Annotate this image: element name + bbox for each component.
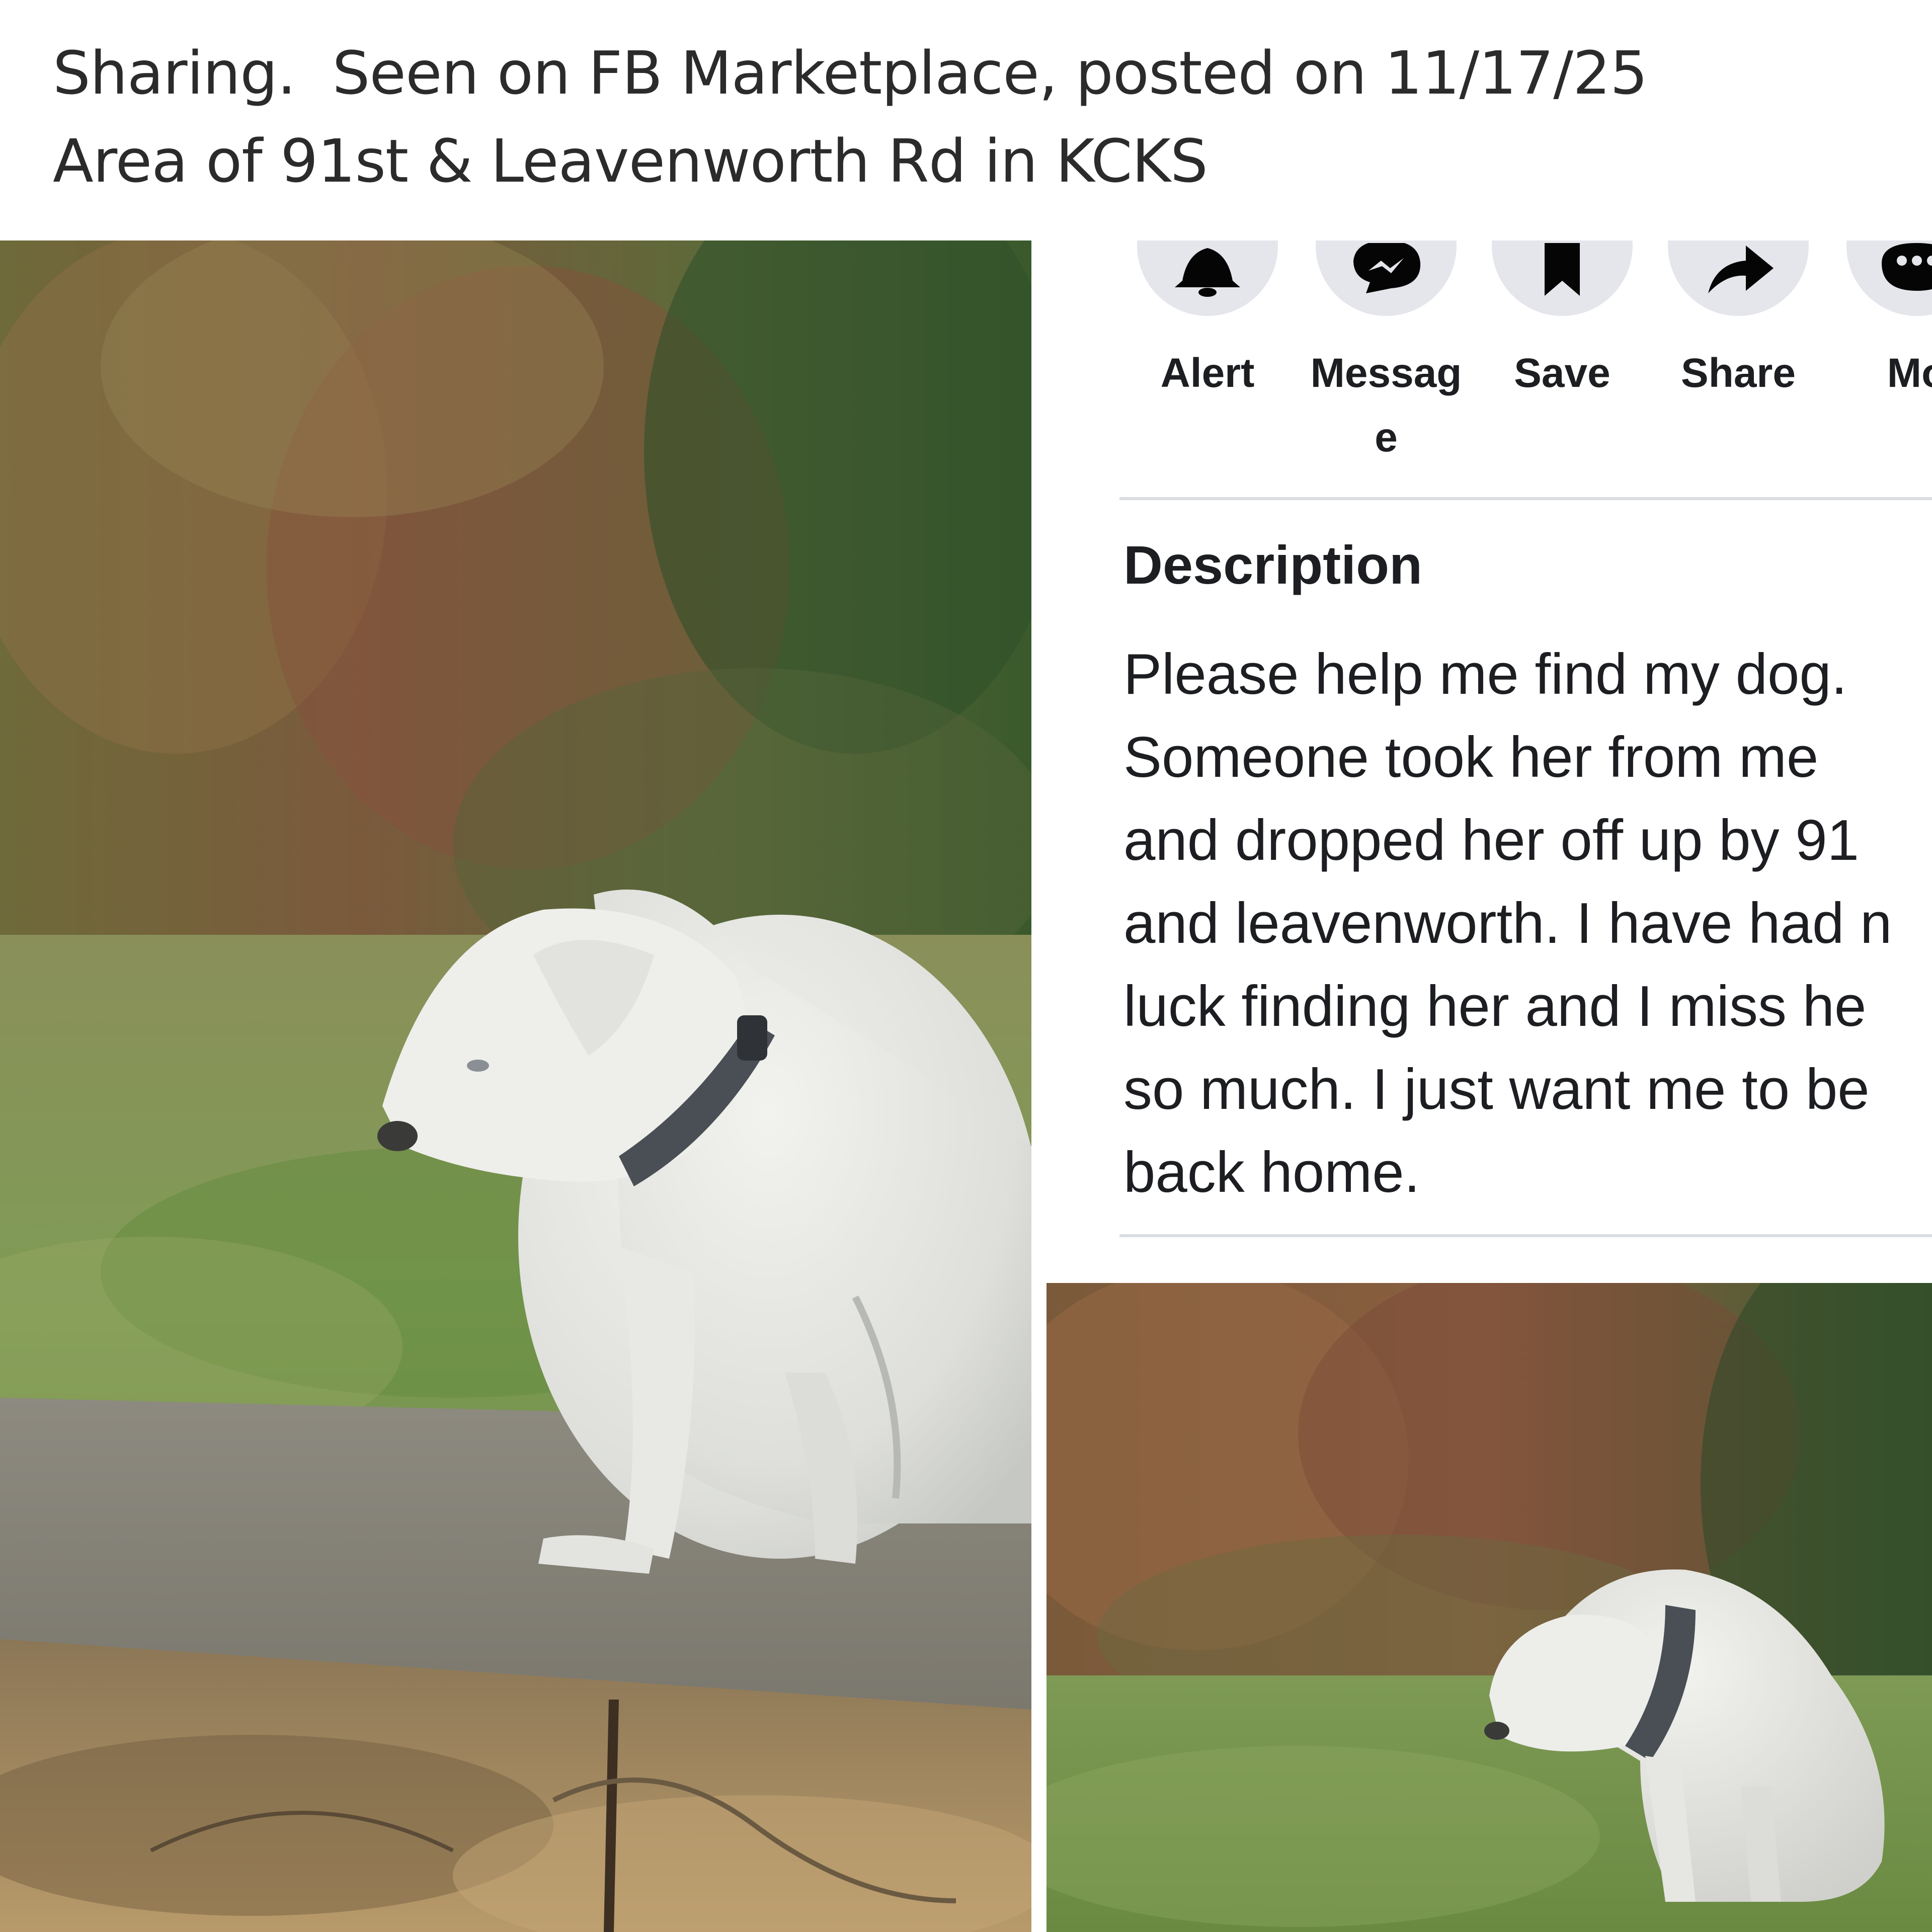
description-line: and leavenworth. I have had n <box>1123 892 1892 955</box>
caption-line: Area of 91st & Leavenworth Rd in KCKS <box>53 126 1208 196</box>
more-icon <box>1882 243 1932 291</box>
description-line: luck finding her and I miss he <box>1123 975 1867 1038</box>
description-line: Someone took her from me <box>1123 726 1819 789</box>
message-button-circle[interactable] <box>1316 240 1457 316</box>
description-heading: Description <box>1123 534 1423 595</box>
share-arrow-icon <box>1708 246 1774 293</box>
message-label: Messag e <box>1310 350 1462 460</box>
bell-icon <box>1175 248 1240 297</box>
save-action[interactable]: Save <box>1487 240 1638 452</box>
messenger-icon <box>1353 243 1421 293</box>
share-button-circle[interactable] <box>1668 240 1809 316</box>
more-action[interactable]: Mo <box>1841 240 1932 452</box>
caption-line: Sharing. Seen on FB Marketplace, posted … <box>53 38 1648 108</box>
dog-photo-main <box>0 240 1031 1932</box>
marketplace-listing-panel: Alert Messag e Save Share M Description … <box>1031 240 1932 1278</box>
description-line: Please help me find my dog. <box>1123 642 1847 706</box>
screenshot-canvas: Sharing. Seen on FB Marketplace, posted … <box>0 0 1932 1932</box>
description-line: back home. <box>1123 1141 1420 1204</box>
alert-action[interactable]: Alert <box>1132 240 1283 452</box>
description-line: and dropped her off up by 91 <box>1123 809 1860 872</box>
message-action[interactable]: Messag e <box>1311 240 1462 460</box>
more-button-circle[interactable] <box>1846 240 1932 316</box>
share-label: Share <box>1681 350 1796 396</box>
divider <box>1119 497 1932 500</box>
divider <box>1119 1234 1932 1237</box>
description-text: Please help me find my dog. Someone took… <box>1123 633 1932 1214</box>
more-label: Mo <box>1887 350 1932 396</box>
dog-photo-secondary <box>1046 1283 1932 1932</box>
share-action[interactable]: Share <box>1663 240 1814 452</box>
save-label: Save <box>1514 350 1611 396</box>
bookmark-icon <box>1545 243 1580 296</box>
save-button-circle[interactable] <box>1492 240 1633 316</box>
alert-label: Alert <box>1160 350 1255 396</box>
post-caption: Sharing. Seen on FB Marketplace, posted … <box>0 0 1932 239</box>
description-line: so much. I just want me to be <box>1123 1058 1870 1121</box>
alert-button-circle[interactable] <box>1137 240 1278 316</box>
